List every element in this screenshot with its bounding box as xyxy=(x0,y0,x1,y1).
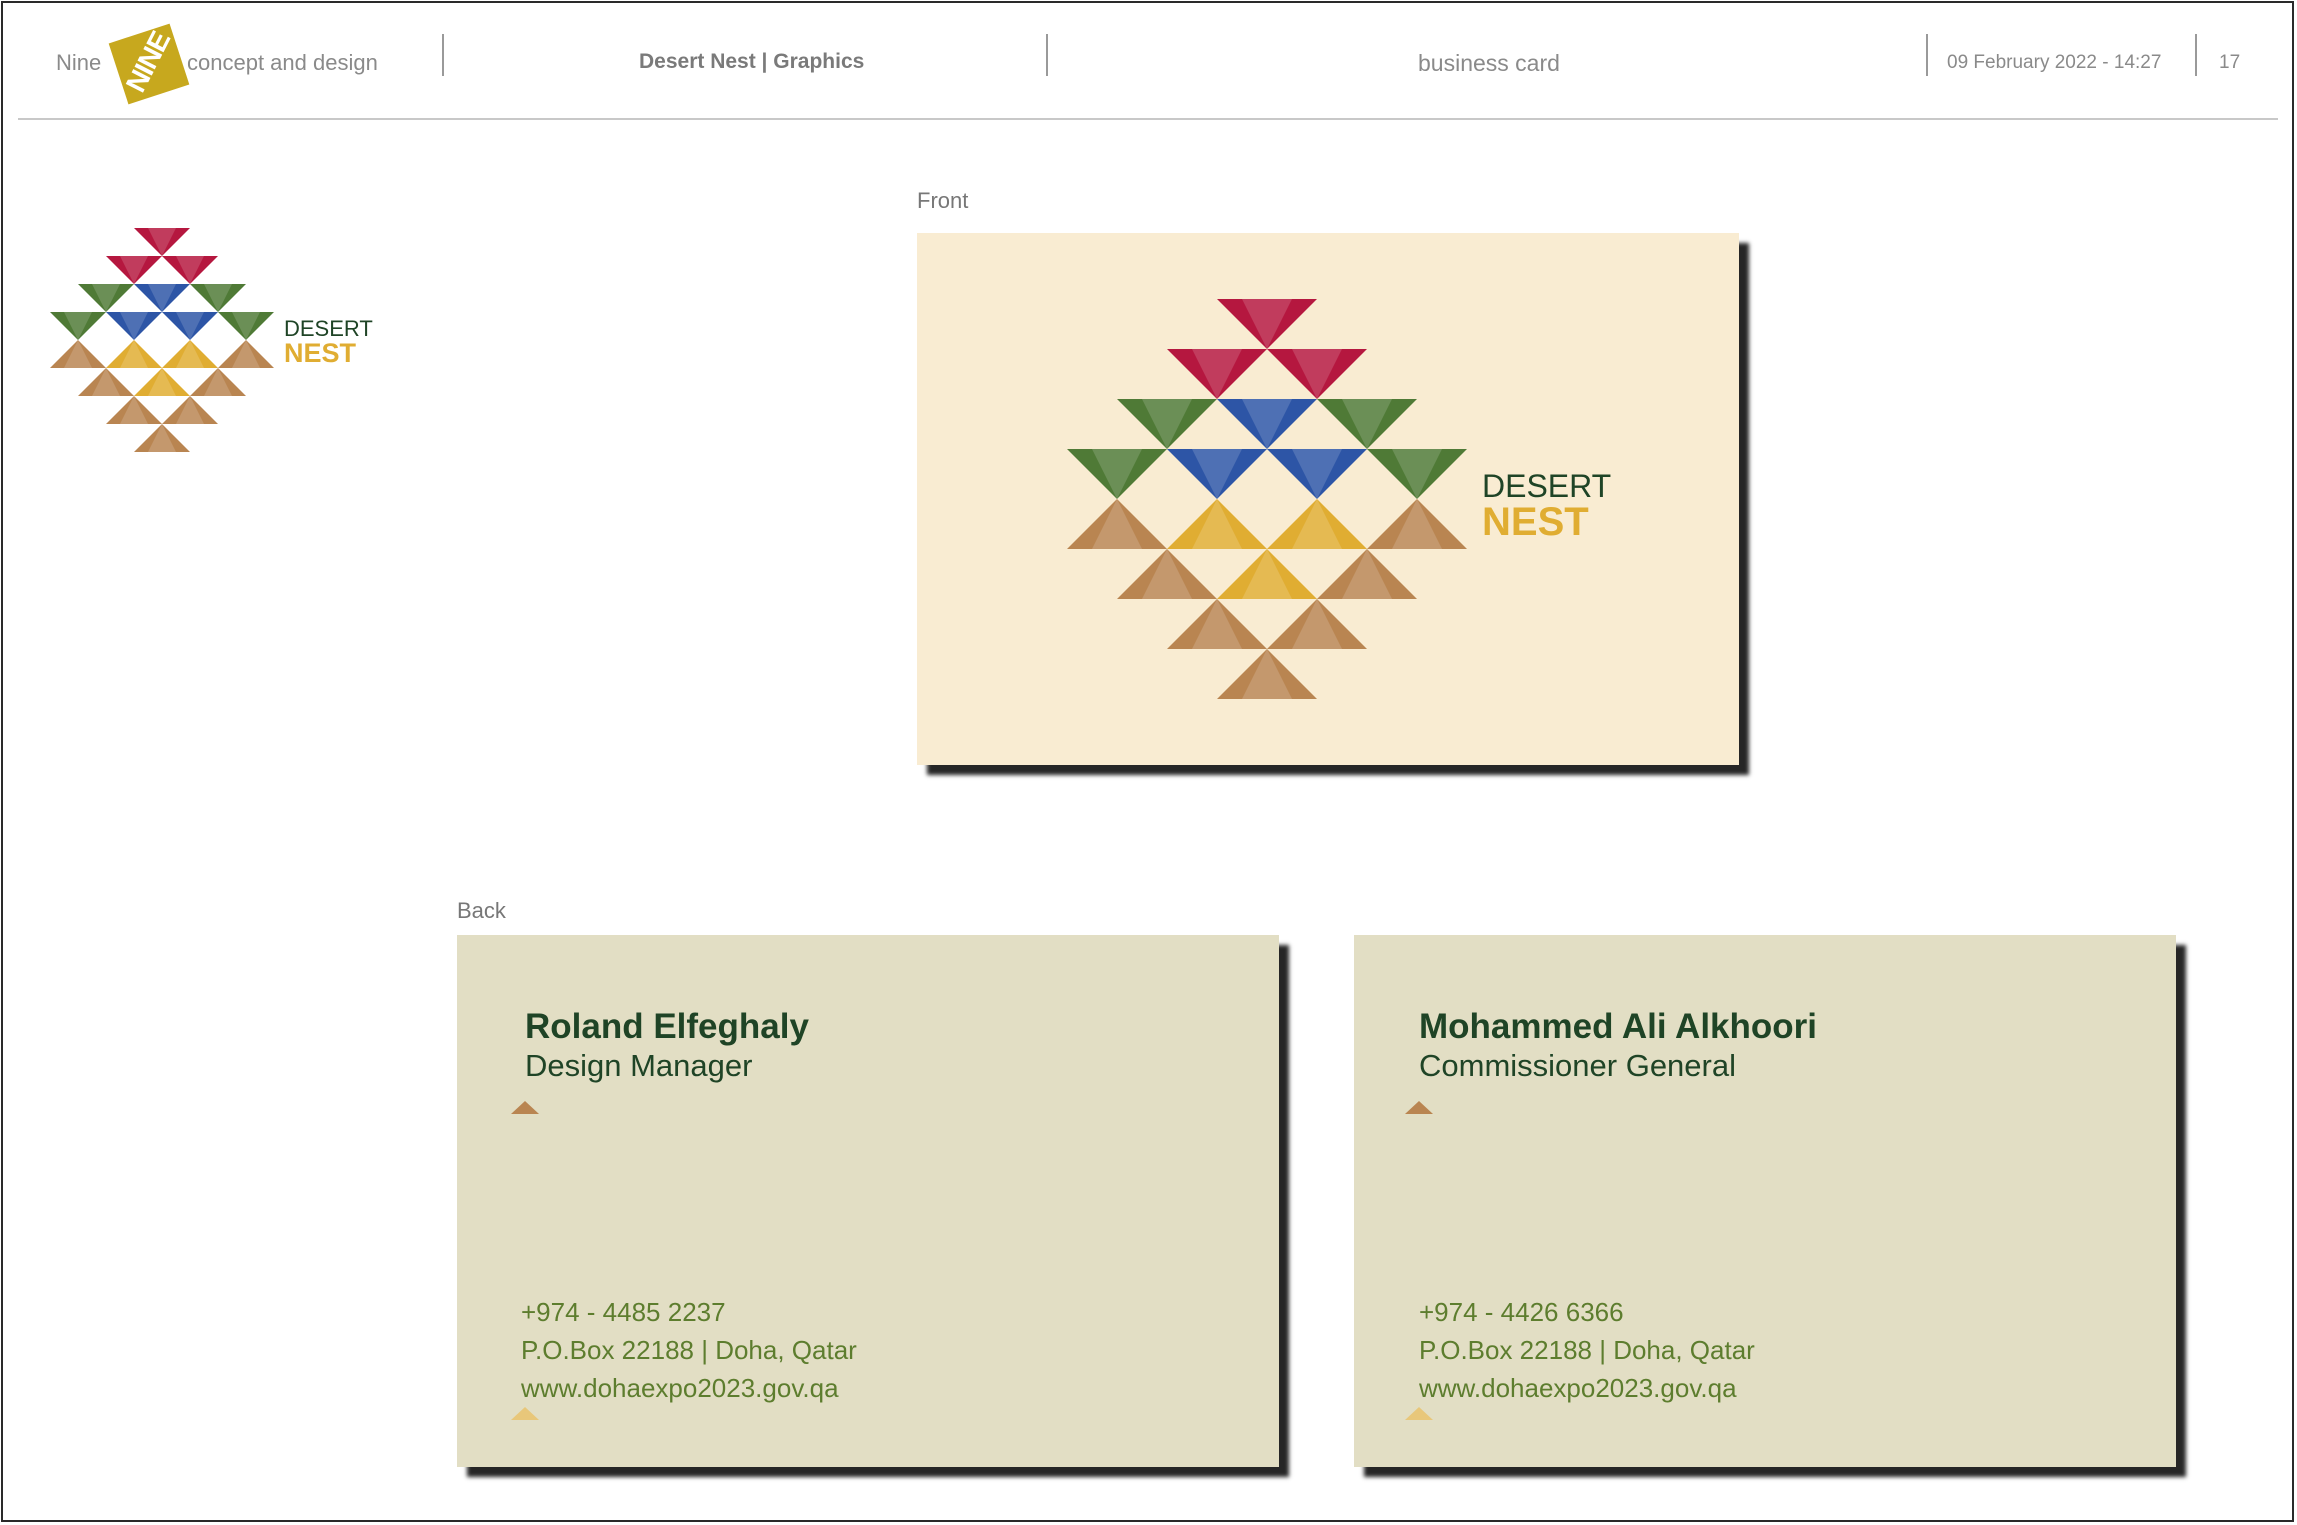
studio-logo-text: NINE xyxy=(119,26,177,97)
contact-title: Commissioner General xyxy=(1419,1048,1736,1083)
wordmark-desert: DESERT xyxy=(1482,468,1612,504)
header-divider xyxy=(442,34,444,76)
business-card-back: Roland Elfeghaly Design Manager +974 - 4… xyxy=(457,935,1279,1467)
section-title: business card xyxy=(1418,50,1560,76)
card-wordmark: DESERT NEST xyxy=(1482,470,1611,542)
contact-phone: +974 - 4426 6366 xyxy=(1419,1297,1624,1327)
page-number: 17 xyxy=(2219,52,2241,73)
wordmark-desert: DESERT xyxy=(284,316,373,341)
contact-name: Roland Elfeghaly xyxy=(525,1007,809,1046)
studio-suffix: concept and design xyxy=(187,50,378,75)
business-card-front: DESERT NEST xyxy=(917,233,1739,765)
front-label: Front xyxy=(917,188,969,213)
contact-title: Design Manager xyxy=(525,1048,753,1083)
desert-nest-logo-mark xyxy=(1067,299,1467,699)
header-divider xyxy=(2195,34,2197,76)
triangle-ornament-icon xyxy=(511,1101,539,1114)
contact-website: www.dohaexpo2023.gov.qa xyxy=(1419,1373,1737,1403)
header-divider xyxy=(1046,34,1048,76)
studio-prefix: Nine xyxy=(56,50,102,75)
triangle-ornament-icon xyxy=(1405,1407,1433,1420)
business-card-back: Mohammed Ali Alkhoori Commissioner Gener… xyxy=(1354,935,2176,1467)
contact-address: P.O.Box 22188 | Doha, Qatar xyxy=(1419,1335,1755,1365)
triangle-ornament-icon xyxy=(511,1407,539,1420)
desert-nest-logo-mark xyxy=(50,228,274,452)
project-title: Desert Nest | Graphics xyxy=(639,50,865,73)
logo-wordmark: DESERT NEST xyxy=(284,318,373,367)
wordmark-nest: NEST xyxy=(1482,500,1589,544)
contact-website: www.dohaexpo2023.gov.qa xyxy=(521,1373,839,1403)
contact-phone: +974 - 4485 2237 xyxy=(521,1297,726,1327)
contact-name: Mohammed Ali Alkhoori xyxy=(1419,1007,1817,1046)
wordmark-nest: NEST xyxy=(284,338,357,368)
back-label: Back xyxy=(457,898,506,923)
triangle-ornament-icon xyxy=(1405,1101,1433,1114)
header-divider xyxy=(1926,34,1928,76)
contact-address: P.O.Box 22188 | Doha, Qatar xyxy=(521,1335,857,1365)
date-time: 09 February 2022 - 14:27 xyxy=(1947,52,2162,73)
